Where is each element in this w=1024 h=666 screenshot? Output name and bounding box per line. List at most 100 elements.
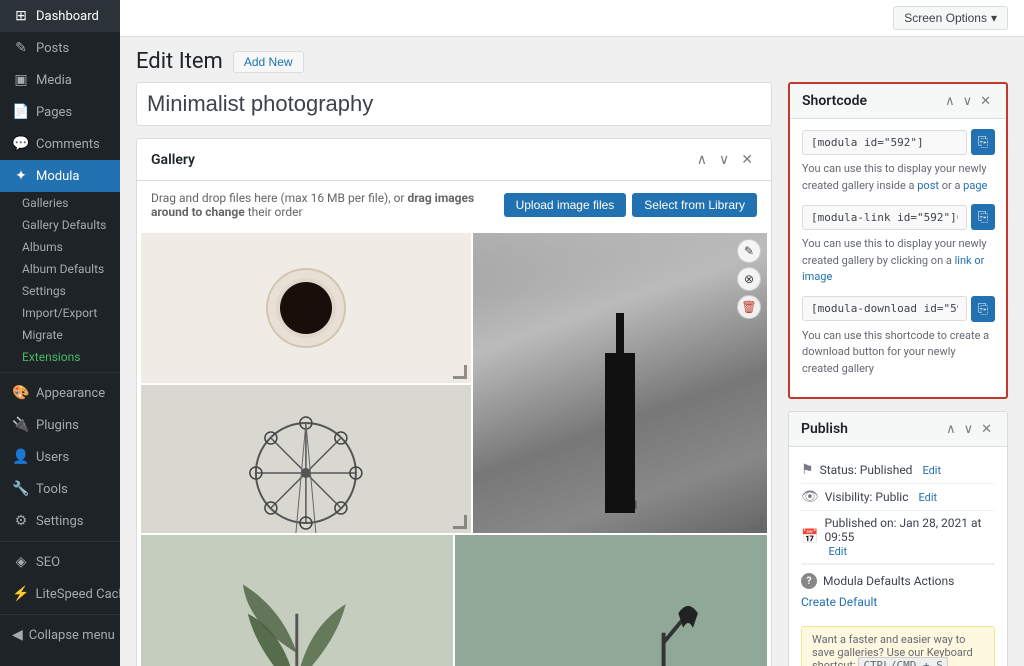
publish-status-edit-link[interactable]: Edit (922, 464, 941, 477)
publish-visibility-label: Visibility: Public (825, 490, 909, 504)
gallery-image-plant (141, 535, 453, 666)
publish-close-button[interactable]: ✕ (978, 420, 995, 438)
sidebar-item-label: Users (36, 450, 69, 465)
delete-image-icon[interactable]: 🗑 (737, 295, 761, 319)
shortcode-image-link[interactable]: image (802, 270, 832, 283)
image-overlay-icons: ✎ ⊗ 🗑 (737, 239, 761, 319)
upload-images-button[interactable]: Upload image files (504, 193, 627, 217)
shortcode-input-1[interactable] (802, 130, 967, 155)
publish-date-row: 📅 Published on: Jan 28, 2021 at 09:55 Ed… (801, 511, 995, 564)
item-title-input[interactable] (136, 82, 772, 126)
dashboard-icon: ⊞ (12, 8, 30, 24)
shortcode-input-3[interactable] (802, 296, 967, 321)
shortcode-row-1: ⎘ (802, 129, 994, 155)
sidebar-item-label: Modula (36, 169, 80, 184)
posts-icon: ✎ (12, 40, 30, 56)
calendar-icon: 📅 (801, 529, 818, 545)
sidebar-item-collapse[interactable]: ◀ Collapse menu (0, 619, 120, 651)
shortcode-row-2: ⎘ (802, 204, 994, 230)
publish-visibility-edit-link[interactable]: Edit (918, 491, 937, 504)
shortcode-copy-button-2[interactable]: ⎘ (971, 204, 995, 230)
shortcode-copy-button-1[interactable]: ⎘ (971, 129, 995, 155)
sidebar-item-pages[interactable]: 📄 Pages (0, 96, 120, 128)
sidebar-item-posts[interactable]: ✎ Posts (0, 32, 120, 64)
gallery-header: Gallery ∧ ∨ ✕ (137, 139, 771, 181)
top-bar: Screen Options ▾ (120, 0, 1024, 37)
create-default-link[interactable]: Create Default (801, 595, 877, 609)
sidebar-item-litespeed[interactable]: ⚡ LiteSpeed Cache (0, 578, 120, 610)
tools-icon: 🔧 (12, 481, 30, 497)
gallery-collapse-down-button[interactable]: ∨ (715, 149, 733, 170)
settings-icon: ⚙ (12, 513, 30, 529)
media-icon: ▣ (12, 72, 30, 88)
publish-date-edit-link[interactable]: Edit (828, 545, 847, 558)
sidebar-item-seo[interactable]: ◈ SEO (0, 546, 120, 578)
sidebar-item-label: Media (36, 73, 72, 88)
sidebar-item-label: LiteSpeed Cache (35, 587, 120, 602)
sidebar-item-comments[interactable]: 💬 Comments (0, 128, 120, 160)
sidebar: ⊞ Dashboard ✎ Posts ▣ Media 📄 Pages 💬 Co… (0, 0, 120, 666)
gallery-drag-area: Drag and drop files here (max 16 MB per … (137, 181, 771, 229)
sidebar-sub-import-export[interactable]: Import/Export (0, 302, 120, 324)
sidebar-item-settings[interactable]: ⚙ Settings (0, 505, 120, 537)
keyboard-shortcut: CTRL/CMD + S (858, 657, 947, 666)
sidebar-item-label: Pages (36, 105, 72, 120)
unlink-image-icon[interactable]: ⊗ (737, 267, 761, 291)
page-title: Edit Item (136, 49, 223, 74)
select-library-button[interactable]: Select from Library (632, 193, 757, 217)
publish-collapse-down-button[interactable]: ∨ (961, 420, 977, 438)
gallery-image-building: | ✎ ⊗ 🗑 (473, 233, 767, 533)
shortcode-post-link[interactable]: post (917, 179, 939, 192)
shortcode-desc-3: You can use this shortcode to create a d… (802, 328, 994, 378)
gallery-collapse-up-button[interactable]: ∧ (693, 149, 711, 170)
gallery-images-grid: | ✎ ⊗ 🗑 (137, 229, 771, 666)
publish-status-label: Status: Published (820, 463, 913, 477)
shortcode-panel: Shortcode ∧ ∨ ✕ ⎘ (788, 82, 1008, 399)
gallery-image-lamp (455, 535, 767, 666)
gallery-image-coffee (141, 233, 471, 383)
sidebar-item-modula[interactable]: ✦ Modula (0, 160, 120, 192)
sidebar-item-media[interactable]: ▣ Media (0, 64, 120, 96)
copy-icon-3: ⎘ (978, 301, 988, 316)
sidebar-item-users[interactable]: 👤 Users (0, 441, 120, 473)
copy-icon-2: ⎘ (978, 209, 988, 224)
modula-defaults-row: ? Modula Defaults Actions (801, 564, 995, 595)
shortcode-copy-button-3[interactable]: ⎘ (971, 296, 995, 322)
sidebar-item-label: Dashboard (36, 9, 99, 24)
sidebar-sub-albums[interactable]: Albums (0, 236, 120, 258)
shortcode-input-2[interactable] (802, 205, 967, 230)
sidebar-item-plugins[interactable]: 🔌 Plugins (0, 409, 120, 441)
add-new-button[interactable]: Add New (233, 51, 304, 73)
shortcode-collapse-up-button[interactable]: ∧ (942, 92, 958, 110)
shortcode-panel-controls: ∧ ∨ ✕ (942, 92, 994, 110)
shortcode-link-or[interactable]: link or (955, 254, 985, 267)
gallery-title: Gallery (151, 152, 195, 168)
publish-collapse-up-button[interactable]: ∧ (943, 420, 959, 438)
shortcode-close-button[interactable]: ✕ (977, 92, 994, 110)
page-header: Edit Item Add New (120, 37, 1024, 82)
sidebar-sub-extensions[interactable]: Extensions (0, 346, 120, 368)
screen-options-button[interactable]: Screen Options ▾ (893, 6, 1008, 30)
sidebar-sub-settings[interactable]: Settings (0, 280, 120, 302)
publish-status-row: ⚑ Status: Published Edit (801, 457, 995, 484)
sidebar-sub-album-defaults[interactable]: Album Defaults (0, 258, 120, 280)
sidebar-sub-galleries[interactable]: Galleries (0, 192, 120, 214)
side-column: Shortcode ∧ ∨ ✕ ⎘ (788, 82, 1008, 666)
sidebar-item-appearance[interactable]: 🎨 Appearance (0, 377, 120, 409)
sidebar-item-tools[interactable]: 🔧 Tools (0, 473, 120, 505)
sidebar-sub-gallery-defaults[interactable]: Gallery Defaults (0, 214, 120, 236)
gallery-drag-text: Drag and drop files here (max 16 MB per … (151, 191, 494, 219)
gallery-image-ferris (141, 385, 471, 533)
publish-panel: Publish ∧ ∨ ✕ ⚑ Status: Published Edit (788, 411, 1008, 666)
gallery-close-button[interactable]: ✕ (737, 149, 757, 170)
appearance-icon: 🎨 (12, 385, 30, 401)
shortcode-collapse-down-button[interactable]: ∨ (960, 92, 976, 110)
sidebar-item-dashboard[interactable]: ⊞ Dashboard (0, 0, 120, 32)
sidebar-sub-migrate[interactable]: Migrate (0, 324, 120, 346)
help-icon[interactable]: ? (801, 573, 817, 589)
shortcode-page-link[interactable]: page (963, 179, 987, 192)
sidebar-item-label: SEO (36, 555, 60, 570)
modula-icon: ✦ (12, 168, 30, 184)
edit-image-icon[interactable]: ✎ (737, 239, 761, 263)
chevron-down-icon: ▾ (991, 11, 997, 25)
